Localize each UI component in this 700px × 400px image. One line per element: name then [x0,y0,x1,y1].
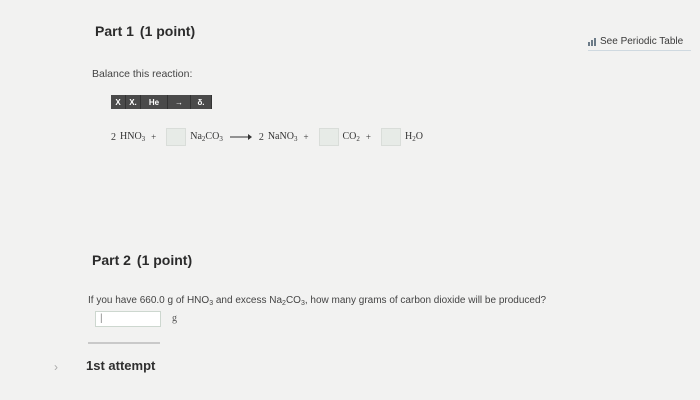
part1-title: Part 1 [95,23,134,39]
toolbar-subscript-button[interactable]: X. [126,95,141,109]
part1-heading: Part 1 (1 point) [95,23,195,39]
plus-sign: + [303,132,309,142]
question-text: If you have 660.0 g of HNO3 and excess N… [88,295,547,307]
periodic-link-underline [588,50,691,51]
co2-formula: CO2 [342,131,360,143]
part2-heading: Part 2 (1 point) [92,252,192,268]
h2o-coefficient-input[interactable] [381,128,401,146]
na2co3-coefficient-input[interactable] [166,128,187,146]
divider [88,342,160,344]
toolbar-x-button[interactable]: X [111,95,126,109]
na2co3-formula: Na2CO3 [190,131,223,143]
see-periodic-table-label: See Periodic Table [600,36,684,47]
chevron-right-icon[interactable]: › [54,360,58,374]
see-periodic-table-link[interactable]: See Periodic Table [588,36,683,47]
equation-toolbar: X X. He → δ. [111,95,212,109]
plus-sign: + [151,132,157,142]
toolbar-arrow-button[interactable]: → [168,95,191,109]
nano3-coefficient[interactable]: 2 [259,132,264,143]
answer-unit: g [172,313,177,324]
co2-coefficient-input[interactable] [318,128,339,146]
toolbar-delta-button[interactable]: δ. [191,95,212,109]
hno3-coefficient[interactable]: 2 [111,132,116,143]
part1-points: (1 point) [139,23,196,39]
instructions-text: Balance this reaction: [92,68,193,80]
hno3-formula: HNO3 [120,131,146,143]
periodic-table-icon [588,37,597,46]
part2-title: Part 2 [92,252,131,268]
nano3-formula: NaNO3 [267,131,298,143]
part2-points: (1 point) [136,252,193,268]
plus-sign: + [365,132,371,142]
answer-input[interactable]: | [95,311,161,327]
attempt-label: 1st attempt [86,358,156,373]
toolbar-element-button[interactable]: He [141,95,168,109]
reaction-equation: 2 HNO3 + Na2CO3 2 NaNO3 + CO2 + H2O [111,128,423,146]
reaction-arrow-icon [229,133,253,141]
h2o-formula: H2O [405,131,423,143]
